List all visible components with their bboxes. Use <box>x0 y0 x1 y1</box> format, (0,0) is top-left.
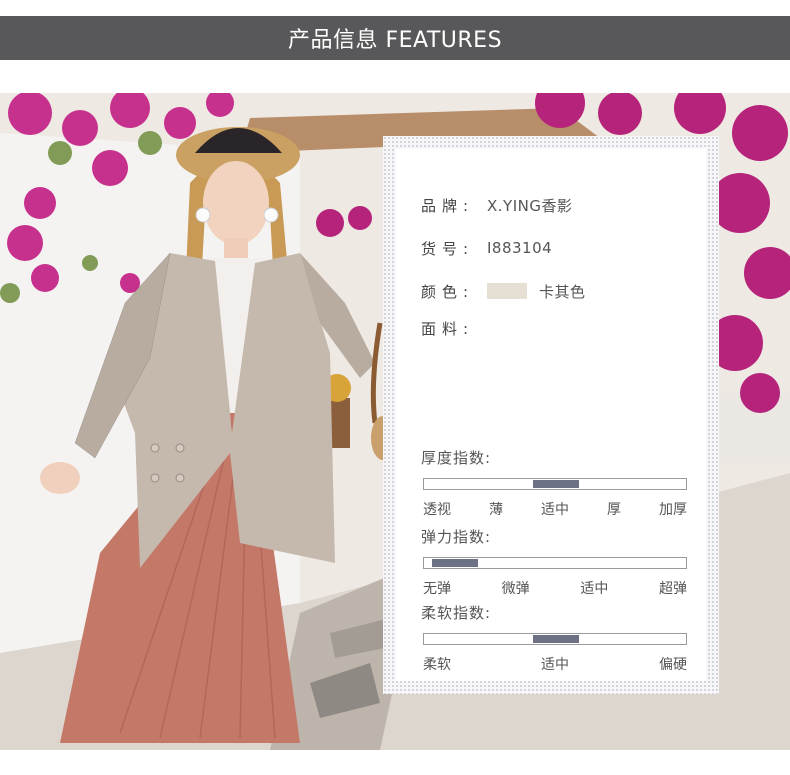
elasticity-index-indicator <box>432 559 478 567</box>
elasticity-level-label: 无弹 <box>423 581 451 597</box>
sku-value: I883104 <box>487 239 553 257</box>
elasticity-level-label: 微弹 <box>501 581 530 597</box>
elasticity-level-label: 适中 <box>580 581 609 597</box>
sku-label: 货号: <box>421 239 475 258</box>
color-row: 颜色: 卡其色 <box>421 280 586 302</box>
thickness-level-label: 薄 <box>489 502 503 518</box>
section-title: 产品信息 FEATURES <box>287 28 503 53</box>
product-info-panel: 品牌: X.YING香影 货号: I883104 颜色: 卡其色 面料: 厚度指… <box>383 136 719 694</box>
softness-index-indicator <box>533 635 579 643</box>
color-value: 卡其色 <box>539 282 586 301</box>
brand-value: X.YING香影 <box>487 196 573 215</box>
section-title-bar: 产品信息 FEATURES <box>0 16 790 60</box>
product-info-card: 品牌: X.YING香影 货号: I883104 颜色: 卡其色 面料: 厚度指… <box>396 149 706 681</box>
brand-label: 品牌: <box>421 196 475 215</box>
softness-level-label: 柔软 <box>423 657 451 673</box>
softness-index-track <box>423 633 687 645</box>
softness-level-label: 适中 <box>541 657 569 673</box>
elasticity-index-title: 弹力指数: <box>421 528 492 546</box>
thickness-index-track <box>423 478 687 490</box>
color-label: 颜色: <box>421 282 475 301</box>
elasticity-index-track <box>423 557 687 569</box>
thickness-index-title: 厚度指数: <box>421 449 492 467</box>
thickness-level-label: 适中 <box>541 502 569 518</box>
fabric-row: 面料: <box>421 317 487 339</box>
softness-level-label: 偏硬 <box>659 657 687 673</box>
color-swatch <box>487 283 527 299</box>
thickness-level-label: 厚 <box>607 502 621 518</box>
softness-index-title: 柔软指数: <box>421 604 492 622</box>
fabric-label: 面料: <box>421 319 475 338</box>
elasticity-level-label: 超弹 <box>659 581 687 597</box>
thickness-index-indicator <box>533 480 579 488</box>
sku-row: 货号: I883104 <box>421 237 552 259</box>
thickness-level-label: 透视 <box>423 502 451 518</box>
thickness-level-label: 加厚 <box>659 502 687 518</box>
brand-row: 品牌: X.YING香影 <box>421 194 572 216</box>
